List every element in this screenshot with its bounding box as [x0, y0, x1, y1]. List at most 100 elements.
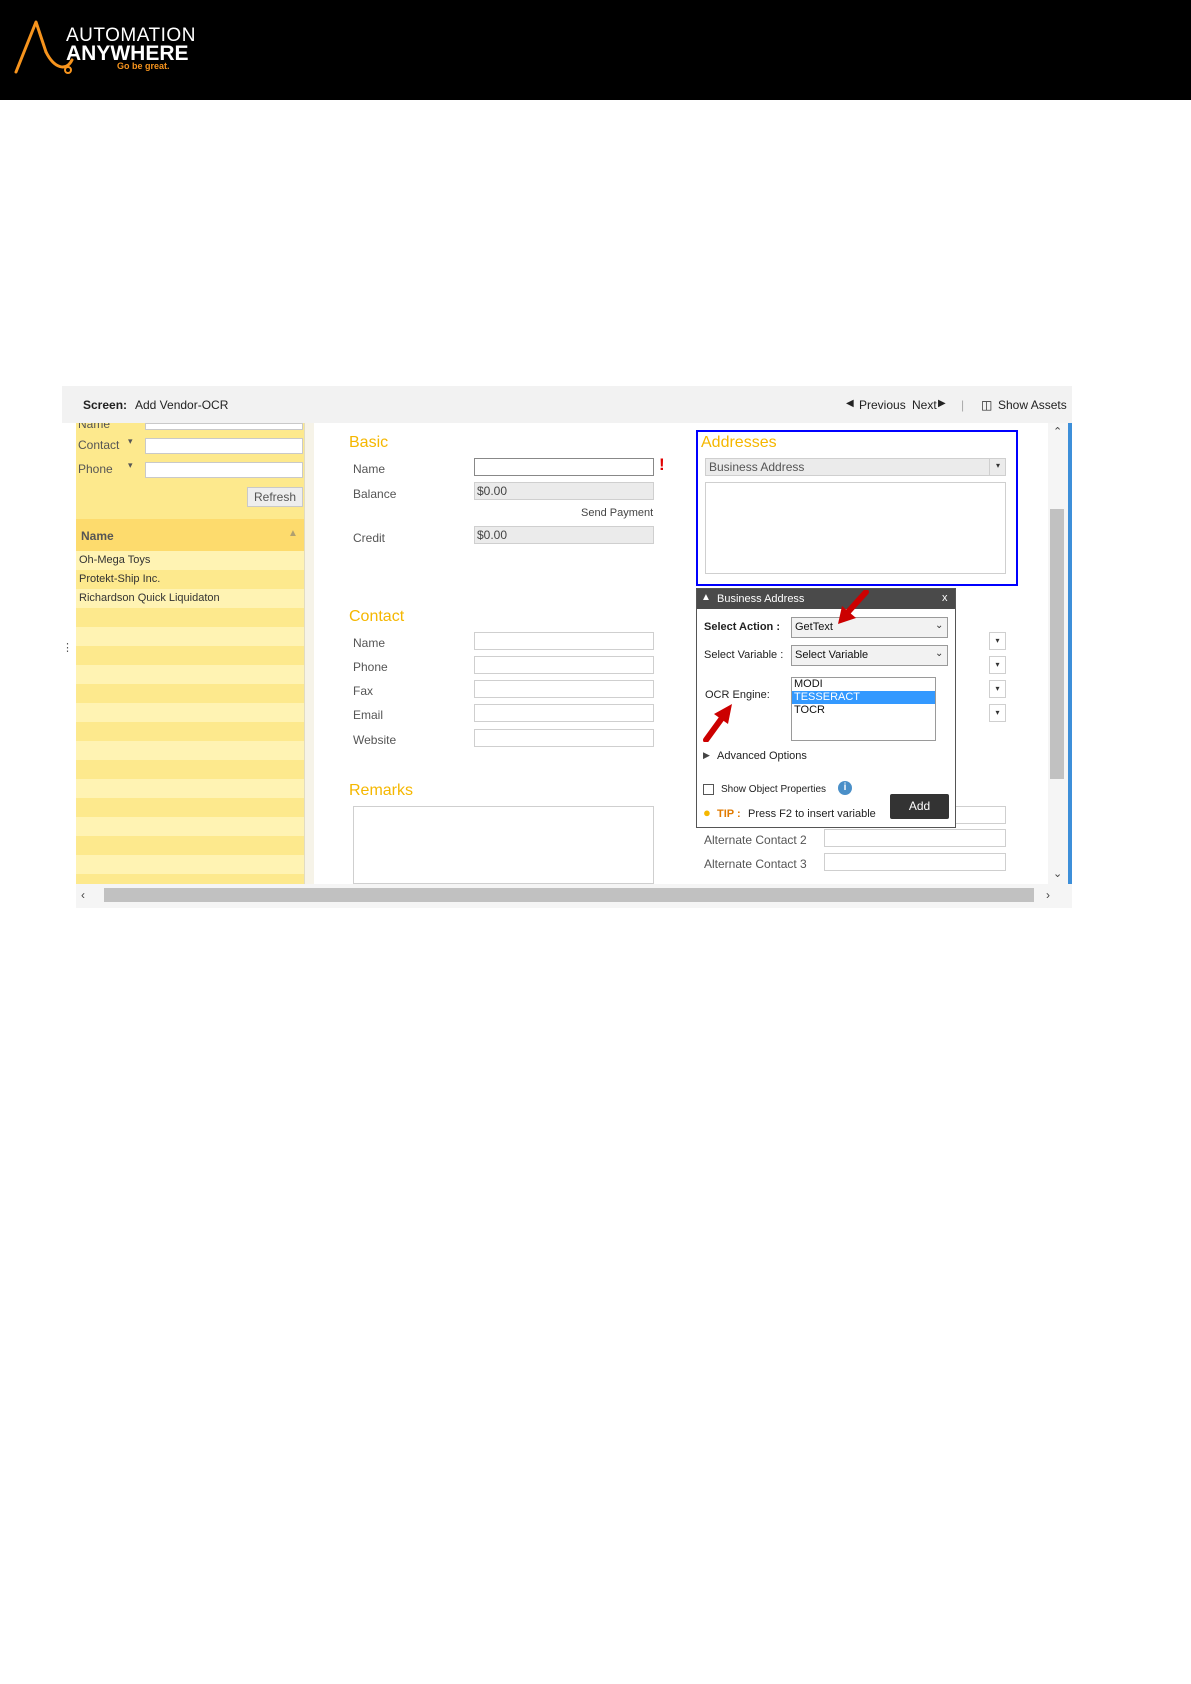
- tip-text: Press F2 to insert variable: [748, 808, 876, 820]
- vertical-scrollbar[interactable]: ⌃ ⌄: [1048, 423, 1072, 884]
- table-row: [76, 836, 304, 855]
- contact-dropdown-icon[interactable]: ▾: [128, 436, 133, 447]
- send-payment-link[interactable]: Send Payment: [581, 507, 653, 519]
- scroll-right-icon[interactable]: ›: [1046, 888, 1050, 902]
- tip-label: TIP :: [717, 808, 741, 820]
- contact-name-input[interactable]: [474, 632, 654, 650]
- table-row: [76, 855, 304, 874]
- chevron-down-icon[interactable]: ▾: [989, 632, 1006, 650]
- info-icon[interactable]: i: [838, 781, 852, 795]
- list-item[interactable]: TOCR: [792, 704, 935, 717]
- alternate-contact-2-input[interactable]: [824, 829, 1006, 847]
- addresses-section-title: Addresses: [701, 434, 777, 451]
- dialog-titlebar[interactable]: ▲ Business Address x: [697, 589, 955, 609]
- sort-ascending-icon: ▲: [288, 528, 298, 539]
- remarks-section-title: Remarks: [349, 782, 414, 799]
- splitter-grip-icon[interactable]: ⋮: [62, 641, 73, 654]
- phone-dropdown-icon[interactable]: ▾: [128, 460, 133, 471]
- brand-tagline: Go be great.: [117, 61, 170, 71]
- chevron-down-icon[interactable]: ▾: [989, 680, 1006, 698]
- red-arrow-icon: [703, 704, 732, 742]
- table-row: [76, 874, 304, 884]
- address-textarea[interactable]: [705, 482, 1006, 574]
- add-button[interactable]: Add: [890, 794, 949, 819]
- horizontal-scrollbar[interactable]: ‹ ›: [76, 884, 1072, 908]
- basic-section-title: Basic: [349, 434, 389, 451]
- table-row[interactable]: Oh-Mega Toys: [76, 551, 304, 570]
- next-button[interactable]: Next: [912, 398, 937, 412]
- contact-fax-label: Fax: [353, 684, 374, 698]
- remarks-textarea[interactable]: [353, 806, 654, 884]
- show-assets-icon: ◫: [981, 398, 993, 412]
- balance-label: Balance: [353, 487, 397, 501]
- scroll-up-icon[interactable]: ⌃: [1053, 425, 1062, 438]
- address-type-dropdown[interactable]: Business Address: [705, 458, 1006, 476]
- name-search-input[interactable]: [145, 423, 303, 430]
- required-warning-icon: !: [659, 455, 665, 474]
- table-row: [76, 722, 304, 741]
- vertical-scroll-thumb[interactable]: [1050, 509, 1064, 779]
- phone-search-input[interactable]: [145, 462, 303, 478]
- table-row: [76, 817, 304, 836]
- credit-label: Credit: [353, 531, 386, 545]
- chevron-down-icon[interactable]: ▾: [989, 458, 1006, 476]
- contact-fax-input[interactable]: [474, 680, 654, 698]
- basic-name-label: Name: [353, 462, 386, 476]
- alternate-contact-3-input[interactable]: [824, 853, 1006, 871]
- contact-website-input[interactable]: [474, 729, 654, 747]
- horizontal-scroll-thumb[interactable]: [104, 888, 1034, 902]
- previous-button[interactable]: Previous: [859, 398, 906, 412]
- table-row: [76, 779, 304, 798]
- table-row[interactable]: Protekt-Ship Inc.: [76, 570, 304, 589]
- contact-search-input[interactable]: [145, 438, 303, 454]
- phone-label: Phone: [78, 462, 113, 476]
- select-variable-dropdown[interactable]: Select Variable: [791, 645, 948, 666]
- table-row: [76, 627, 304, 646]
- name-label-cut: Name: [78, 423, 110, 429]
- contact-email-label: Email: [353, 708, 384, 722]
- chevron-down-icon[interactable]: ▾: [989, 656, 1006, 674]
- vendor-grid-header[interactable]: Name ▲: [76, 519, 304, 551]
- contact-email-input[interactable]: [474, 704, 654, 722]
- credit-field: $0.00: [474, 526, 654, 544]
- balance-field: $0.00: [474, 482, 654, 500]
- header-banner: AUTOMATION ANYWHERE Go be great.: [0, 0, 1191, 100]
- picture-icon: ▲: [701, 592, 711, 603]
- basic-name-input[interactable]: [474, 458, 654, 476]
- table-row: [76, 665, 304, 684]
- table-row[interactable]: Richardson Quick Liquidaton: [76, 589, 304, 608]
- alternate-contact-3-label: Alternate Contact 3: [704, 857, 807, 871]
- contact-section-title: Contact: [349, 608, 405, 625]
- contact-label: Contact: [78, 438, 120, 452]
- chevron-down-icon[interactable]: ⌄: [935, 648, 943, 659]
- refresh-button[interactable]: Refresh: [247, 487, 303, 507]
- table-row: [76, 703, 304, 722]
- advanced-options-toggle[interactable]: Advanced Options: [717, 750, 807, 762]
- screen-name: Add Vendor-OCR: [135, 398, 229, 412]
- chevron-down-icon[interactable]: ⌄: [935, 620, 943, 631]
- contact-phone-input[interactable]: [474, 656, 654, 674]
- name-column-header: Name: [81, 529, 114, 543]
- show-assets-button[interactable]: Show Assets: [998, 398, 1067, 412]
- table-row: [76, 684, 304, 703]
- scroll-down-icon[interactable]: ⌄: [1053, 867, 1062, 880]
- list-item[interactable]: MODI: [792, 678, 935, 691]
- scroll-edge-accent: [1068, 423, 1072, 884]
- toolbar-divider: |: [961, 398, 965, 412]
- close-icon[interactable]: x: [942, 592, 948, 604]
- expand-triangle-icon[interactable]: ▶: [703, 750, 710, 761]
- select-action-label: Select Action :: [704, 621, 780, 633]
- ocr-engine-label: OCR Engine:: [705, 689, 770, 701]
- ocr-engine-listbox[interactable]: MODI TESSERACT TOCR: [791, 677, 936, 741]
- chevron-down-icon[interactable]: ▾: [989, 704, 1006, 722]
- alternate-contact-2-label: Alternate Contact 2: [704, 833, 807, 847]
- previous-arrow-icon: ◀: [846, 398, 854, 409]
- screen-toolbar: Screen: Add Vendor-OCR ◀ Previous Next ▶…: [62, 386, 1072, 423]
- table-row: [76, 608, 304, 627]
- scroll-left-icon[interactable]: ‹: [81, 888, 85, 902]
- contact-name-label: Name: [353, 636, 386, 650]
- list-item-selected[interactable]: TESSERACT: [792, 691, 935, 704]
- table-row: [76, 741, 304, 760]
- select-variable-label: Select Variable :: [704, 649, 784, 661]
- show-object-properties-checkbox[interactable]: [703, 784, 714, 795]
